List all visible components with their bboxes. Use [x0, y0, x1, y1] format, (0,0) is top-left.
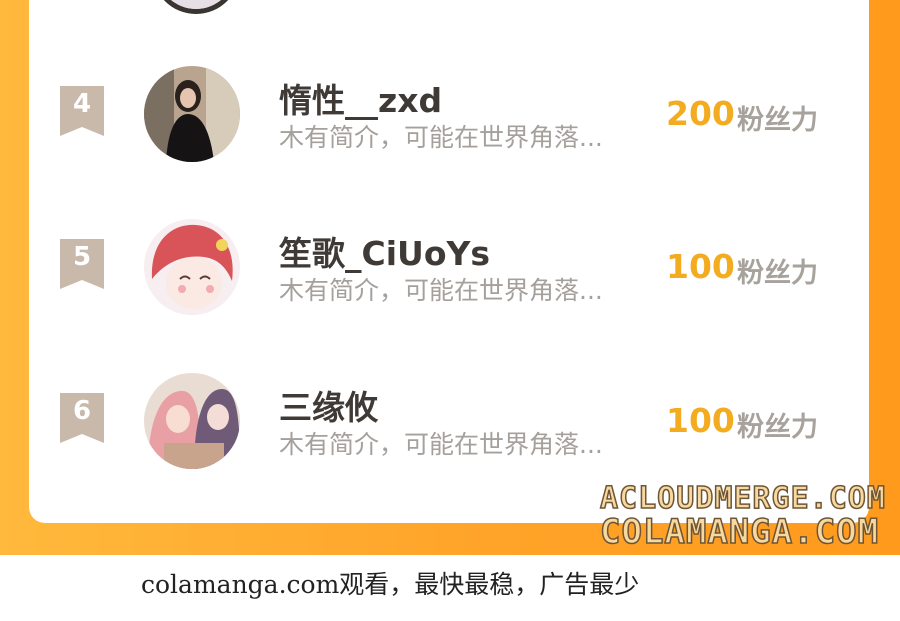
user-name[interactable]: 惰性__zxd: [279, 74, 442, 122]
fan-power-unit: 粉丝力: [737, 412, 818, 443]
rank-number: 6: [72, 396, 92, 426]
user-name[interactable]: 三缘攸: [279, 381, 378, 429]
user-bio: 木有简介，可能在世界角落...: [279, 123, 603, 152]
watermark-line-2: COLAMANGA.COM: [599, 511, 880, 553]
watermark-line-1: ACLOUDMERGE.COM: [599, 480, 886, 517]
fan-power-score: 100: [666, 401, 735, 440]
ranking-row-5[interactable]: 5 笙歌_CiUoYs 木有简介，可能在世界角落... 100 粉丝力: [0, 219, 900, 329]
rank-badge-icon: 6: [60, 393, 104, 443]
fan-power-unit: 粉丝力: [737, 105, 818, 136]
avatar[interactable]: [144, 373, 240, 469]
footer-notice: colamanga.com观看，最快最稳，广告最少: [141, 570, 640, 599]
rank-badge-icon: 5: [60, 239, 104, 289]
rank-number: 4: [72, 89, 92, 119]
ranking-row-6[interactable]: 6 三缘攸 木有简介，可能在世界角落... 100 粉丝力: [0, 373, 900, 483]
rank-number: 5: [72, 242, 92, 272]
ranking-row-4[interactable]: 4 惰性__zxd 木有简介，可能在世界角落... 200 粉丝力: [0, 66, 900, 176]
avatar[interactable]: [144, 66, 240, 162]
fan-power-unit: 粉丝力: [737, 258, 818, 289]
avatar[interactable]: [144, 219, 240, 315]
user-bio: 木有简介，可能在世界角落...: [279, 430, 603, 459]
user-name[interactable]: 笙歌_CiUoYs: [279, 227, 490, 275]
fan-power-score: 200: [666, 94, 735, 133]
rank-badge-icon: 4: [60, 86, 104, 136]
user-bio: 木有简介，可能在世界角落...: [279, 276, 603, 305]
fan-power-score: 100: [666, 247, 735, 286]
